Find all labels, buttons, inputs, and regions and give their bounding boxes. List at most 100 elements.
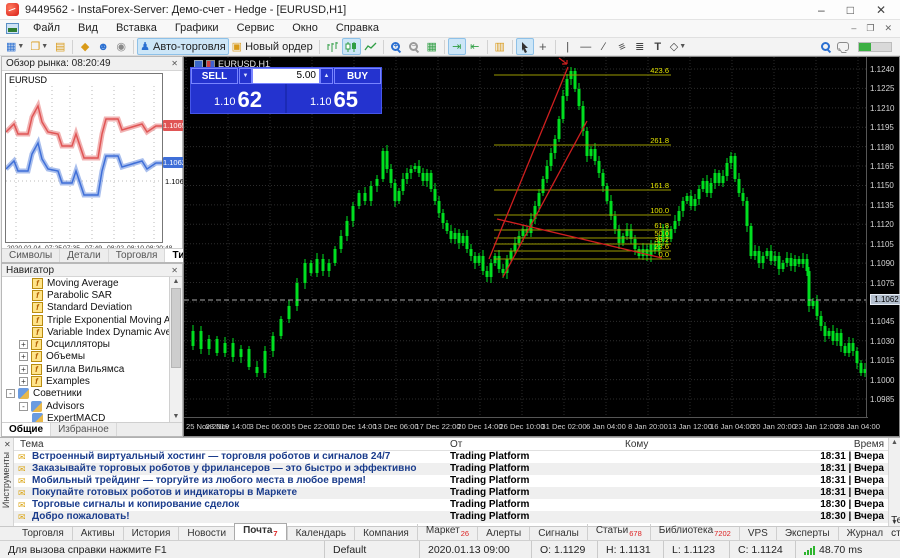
scroll-up-icon[interactable]: ▲	[170, 277, 182, 287]
community-button[interactable]: ☻	[94, 38, 112, 55]
toolbox-tab-Компания[interactable]: Компания	[354, 527, 417, 540]
text-tool-button[interactable]: T	[649, 38, 667, 55]
child-minimize-button[interactable]: –	[851, 23, 856, 34]
chart-area[interactable]: EURUSD,H1 SELL ▼ 5.00 ▲ BUY 1.10 62 1.10 6…	[183, 56, 900, 437]
navigator-item[interactable]: - Советники	[2, 388, 169, 400]
status-profile[interactable]: Default	[324, 541, 419, 558]
strategy-tester-label[interactable]: Тестер стратегий	[891, 514, 900, 540]
vline-tool-button[interactable]: |	[559, 38, 577, 55]
close-button[interactable]: ✕	[876, 1, 886, 19]
navigator-tab-Избранное[interactable]: Избранное	[51, 423, 117, 436]
column-to[interactable]: Кому	[625, 438, 648, 451]
zoom-in-button[interactable]: +	[387, 38, 405, 55]
mail-row[interactable]: ✉ Торговые сигналы и копирование сделок Tr…	[14, 499, 888, 511]
navigator-item[interactable]: f Variable Index Dynamic Average	[2, 326, 169, 338]
zoom-out-button[interactable]: −	[405, 38, 423, 55]
column-time[interactable]: Время	[854, 438, 884, 451]
bar-chart-button[interactable]	[323, 38, 342, 55]
toolbox-button[interactable]: ▤	[51, 38, 69, 55]
menu-item[interactable]: Вид	[69, 20, 107, 37]
mail-row[interactable]: ✉ Встроенный виртуальный хостинг — торгов…	[14, 451, 888, 463]
menu-item[interactable]: Окно	[283, 20, 327, 37]
buy-price-panel[interactable]: 1.10 65	[285, 84, 381, 113]
hline-tool-button[interactable]: —	[577, 38, 595, 55]
chat-button[interactable]	[834, 38, 852, 55]
volume-field[interactable]: 5.00	[252, 68, 320, 84]
minimize-button[interactable]: –	[818, 1, 825, 19]
toolbox-tab-Почта[interactable]: Почта7	[234, 523, 287, 540]
child-restore-button[interactable]: ❐	[866, 23, 874, 34]
menu-item[interactable]: Графики	[166, 20, 228, 37]
navigator-item[interactable]: + f Examples	[2, 375, 169, 388]
shapes-tool-button[interactable]: ◇ ▼	[667, 38, 689, 55]
new-order-button[interactable]: ▣ Новый ордер	[229, 38, 316, 55]
fibonacci-tool-button[interactable]: ≡	[613, 38, 631, 55]
toolbox-close-icon[interactable]: ✕	[4, 440, 11, 449]
toolbox-tab-Библиотека[interactable]: Библиотека7202	[649, 524, 739, 540]
menu-item[interactable]: Справка	[327, 20, 388, 37]
broadcast-button[interactable]: ◉	[112, 38, 130, 55]
menu-item[interactable]: Сервис	[228, 20, 284, 37]
volume-down-button[interactable]: ▼	[239, 68, 252, 84]
toolbox-tab-Журнал[interactable]: Журнал	[837, 527, 892, 540]
tree-expand-icon[interactable]: +	[19, 377, 28, 387]
new-chart-button[interactable]: ▦ ▼	[3, 38, 27, 55]
toolbox-tab-VPS[interactable]: VPS	[738, 527, 776, 540]
candlestick-chart-button[interactable]	[341, 38, 361, 55]
child-close-button[interactable]: ✕	[884, 23, 892, 34]
navigator-item[interactable]: + f Объемы	[2, 351, 169, 363]
tree-expand-icon[interactable]: +	[19, 340, 28, 350]
navigator-scrollbar[interactable]: ▲ ▼	[169, 277, 182, 422]
toolbox-tab-Алерты[interactable]: Алерты	[477, 527, 529, 540]
tree-expand-icon[interactable]: -	[19, 401, 28, 411]
sell-button[interactable]: SELL	[191, 68, 238, 84]
channel-tool-button[interactable]: ≣	[631, 38, 649, 55]
toolbox-tab-Активы[interactable]: Активы	[71, 527, 123, 540]
navigator-item[interactable]: ExpertMACD	[2, 412, 169, 422]
market-watch-tab-Торговля[interactable]: Торговля	[109, 249, 166, 262]
trendline-tool-button[interactable]: ∕	[595, 38, 613, 55]
toolbox-tab-Маркет[interactable]: Маркет26	[416, 524, 477, 540]
toolbox-tab-Торговля[interactable]: Торговля	[14, 527, 72, 540]
scroll-thumb[interactable]	[171, 288, 181, 368]
navigator-close-icon[interactable]: ✕	[171, 266, 178, 275]
navigator-item[interactable]: + f Осцилляторы	[2, 338, 169, 351]
tree-expand-icon[interactable]: +	[19, 352, 28, 362]
navigator-item[interactable]: f Parabolic SAR	[2, 289, 169, 301]
tick-chart[interactable]: EURUSD 1.10651.10621.1060 2020.02.0407:2…	[2, 71, 188, 252]
chart-shift-button[interactable]: ⇤	[466, 38, 484, 55]
profiles-button[interactable]: ❐ ▼	[27, 38, 51, 55]
mail-row[interactable]: ✉ Покупайте готовых роботов и индикаторы …	[14, 487, 888, 499]
menu-item[interactable]: Файл	[24, 20, 69, 37]
navigator-item[interactable]: f Standard Deviation	[2, 302, 169, 314]
tree-expand-icon[interactable]: +	[19, 364, 28, 374]
toolbox-tab-Сигналы[interactable]: Сигналы	[529, 527, 587, 540]
navigator-item[interactable]: - Advisors	[2, 400, 169, 412]
autotrade-button[interactable]: ♟ Авто-торговля	[137, 38, 229, 55]
column-from[interactable]: От	[450, 438, 462, 451]
column-subject[interactable]: Тема	[20, 438, 44, 451]
scroll-up-icon[interactable]: ▲	[889, 439, 900, 446]
toolbox-tab-История[interactable]: История	[122, 527, 179, 540]
payments-button[interactable]: ◆	[76, 38, 94, 55]
auto-scroll-button[interactable]: ⇥	[447, 38, 466, 55]
line-chart-button[interactable]	[361, 38, 380, 55]
mail-row[interactable]: ✉ Мобильный трейдинг — торгуйте из любого…	[14, 475, 888, 487]
indicators-button[interactable]: ▥	[491, 38, 509, 55]
buy-button[interactable]: BUY	[334, 68, 381, 84]
tree-expand-icon[interactable]: -	[6, 389, 15, 399]
navigator-item[interactable]: + f Билла Вильямса	[2, 363, 169, 375]
cursor-tool-button[interactable]	[515, 38, 534, 55]
mail-row[interactable]: ✉ Заказывайте торговых роботов у фрилансе…	[14, 463, 888, 475]
toolbox-tab-Статьи[interactable]: Статьи678	[586, 524, 650, 540]
market-watch-tab-Символы[interactable]: Символы	[2, 249, 61, 262]
market-watch-tab-Детали[interactable]: Детали	[60, 249, 109, 262]
navigator-tab-Общие[interactable]: Общие	[2, 423, 52, 436]
mail-row[interactable]: ✉ Добро пожаловать! Trading Platform 18:30 …	[14, 511, 888, 523]
menu-item[interactable]: Вставка	[107, 20, 166, 37]
toolbox-tab-Эксперты[interactable]: Эксперты	[775, 527, 838, 540]
tile-windows-button[interactable]: ▦	[423, 38, 441, 55]
sell-price-panel[interactable]: 1.10 62	[191, 84, 285, 113]
search-button[interactable]	[816, 38, 834, 55]
crosshair-tool-button[interactable]: +	[534, 38, 552, 55]
